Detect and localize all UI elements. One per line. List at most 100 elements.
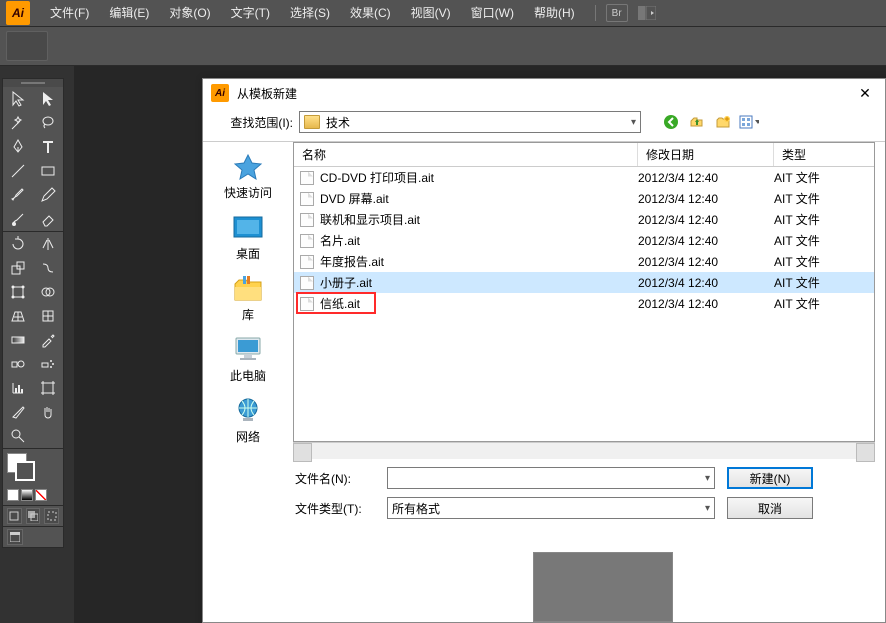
file-row[interactable]: 信纸.ait2012/3/4 12:40AIT 文件 <box>294 293 874 314</box>
place-this-pc[interactable]: 此电脑 <box>210 331 286 388</box>
artboard-tool-icon[interactable] <box>33 376 63 400</box>
look-in-value: 技术 <box>326 114 350 131</box>
file-icon <box>300 192 314 206</box>
filename-input[interactable]: ▾ <box>387 467 715 489</box>
look-in-label: 查找范围(I): <box>213 114 293 131</box>
filename-label: 文件名(N): <box>295 470 375 487</box>
place-network[interactable]: 网络 <box>210 392 286 449</box>
fill-stroke-swatch[interactable] <box>3 449 63 485</box>
col-date[interactable]: 修改日期 <box>638 143 774 166</box>
file-row[interactable]: 年度报告.ait2012/3/4 12:40AIT 文件 <box>294 251 874 272</box>
none-mode-icon[interactable] <box>35 489 47 501</box>
file-type: AIT 文件 <box>774 211 874 228</box>
menu-effect[interactable]: 效果(C) <box>340 0 401 26</box>
free-transform-tool-icon[interactable] <box>3 280 33 304</box>
control-placeholder[interactable] <box>6 31 48 61</box>
cancel-button[interactable]: 取消 <box>727 497 813 519</box>
file-row[interactable]: CD-DVD 打印项目.ait2012/3/4 12:40AIT 文件 <box>294 167 874 188</box>
blob-brush-tool-icon[interactable] <box>3 207 33 231</box>
menu-select[interactable]: 选择(S) <box>280 0 340 26</box>
filetype-label: 文件类型(T): <box>295 500 375 517</box>
place-libraries[interactable]: 库 <box>210 270 286 327</box>
file-row[interactable]: 名片.ait2012/3/4 12:40AIT 文件 <box>294 230 874 251</box>
menu-text[interactable]: 文字(T) <box>221 0 280 26</box>
zoom-tool-icon[interactable] <box>3 424 63 448</box>
file-name: 年度报告.ait <box>320 253 638 270</box>
color-mode-icon[interactable] <box>7 489 19 501</box>
file-date: 2012/3/4 12:40 <box>638 234 774 248</box>
menu-file[interactable]: 文件(F) <box>40 0 99 26</box>
file-icon <box>300 276 314 290</box>
file-row[interactable]: DVD 屏幕.ait2012/3/4 12:40AIT 文件 <box>294 188 874 209</box>
perspective-tool-icon[interactable] <box>3 304 33 328</box>
menu-edit[interactable]: 编辑(E) <box>99 0 159 26</box>
file-type: AIT 文件 <box>774 232 874 249</box>
place-quick-access[interactable]: 快速访问 <box>210 148 286 205</box>
col-type[interactable]: 类型 <box>774 143 874 166</box>
reflect-tool-icon[interactable] <box>33 232 63 256</box>
bridge-button[interactable]: Br <box>606 4 628 22</box>
line-tool-icon[interactable] <box>3 159 33 183</box>
slice-tool-icon[interactable] <box>3 400 33 424</box>
preview-thumbnail <box>533 552 673 622</box>
view-menu-button[interactable] <box>739 113 759 131</box>
brush-tool-icon[interactable] <box>3 183 33 207</box>
eraser-tool-icon[interactable] <box>33 207 63 231</box>
drawing-mode-inside-icon[interactable] <box>44 508 59 524</box>
drawing-mode-normal-icon[interactable] <box>7 508 22 524</box>
new-folder-button[interactable] <box>713 113 733 131</box>
menu-window[interactable]: 窗口(W) <box>461 0 524 26</box>
close-button[interactable]: ✕ <box>853 81 877 105</box>
blend-tool-icon[interactable] <box>3 352 33 376</box>
gradient-mode-icon[interactable] <box>21 489 33 501</box>
place-desktop[interactable]: 桌面 <box>210 209 286 266</box>
back-button[interactable] <box>661 113 681 131</box>
symbol-sprayer-tool-icon[interactable] <box>33 352 63 376</box>
file-name: 信纸.ait <box>320 295 638 312</box>
file-icon <box>300 213 314 227</box>
file-name: 小册子.ait <box>320 274 638 291</box>
hand-tool-icon[interactable] <box>33 400 63 424</box>
menu-help[interactable]: 帮助(H) <box>524 0 585 26</box>
file-name: CD-DVD 打印项目.ait <box>320 169 638 186</box>
shape-builder-tool-icon[interactable] <box>33 280 63 304</box>
menu-object[interactable]: 对象(O) <box>159 0 220 26</box>
file-icon <box>300 171 314 185</box>
selection-tool-icon[interactable] <box>3 87 33 111</box>
pen-tool-icon[interactable] <box>3 135 33 159</box>
file-date: 2012/3/4 12:40 <box>638 297 774 311</box>
layout-button[interactable] <box>638 4 660 22</box>
file-date: 2012/3/4 12:40 <box>638 192 774 206</box>
graph-tool-icon[interactable] <box>3 376 33 400</box>
gradient-tool-icon[interactable] <box>3 328 33 352</box>
new-button[interactable]: 新建(N) <box>727 467 813 489</box>
warp-tool-icon[interactable] <box>33 256 63 280</box>
up-button[interactable] <box>687 113 707 131</box>
menubar: Ai 文件(F) 编辑(E) 对象(O) 文字(T) 选择(S) 效果(C) 视… <box>0 0 886 26</box>
scale-tool-icon[interactable] <box>3 256 33 280</box>
look-in-combo[interactable]: 技术 ▾ <box>299 111 641 133</box>
eyedropper-tool-icon[interactable] <box>33 328 63 352</box>
file-type: AIT 文件 <box>774 190 874 207</box>
rectangle-tool-icon[interactable] <box>33 159 63 183</box>
filetype-select[interactable]: 所有格式▾ <box>387 497 715 519</box>
toolbox-grip[interactable] <box>3 79 63 87</box>
h-scrollbar[interactable] <box>293 442 875 459</box>
magic-wand-tool-icon[interactable] <box>3 111 33 135</box>
drawing-mode-behind-icon[interactable] <box>26 508 41 524</box>
rotate-tool-icon[interactable] <box>3 232 33 256</box>
file-type: AIT 文件 <box>774 295 874 312</box>
file-type: AIT 文件 <box>774 274 874 291</box>
direct-selection-tool-icon[interactable] <box>33 87 63 111</box>
file-name: 名片.ait <box>320 232 638 249</box>
type-tool-icon[interactable] <box>33 135 63 159</box>
pencil-tool-icon[interactable] <box>33 183 63 207</box>
app-logo: Ai <box>6 1 30 25</box>
lasso-tool-icon[interactable] <box>33 111 63 135</box>
col-name[interactable]: 名称 <box>294 143 638 166</box>
mesh-tool-icon[interactable] <box>33 304 63 328</box>
screen-mode-icon[interactable] <box>7 529 23 545</box>
file-row[interactable]: 联机和显示项目.ait2012/3/4 12:40AIT 文件 <box>294 209 874 230</box>
menu-view[interactable]: 视图(V) <box>401 0 461 26</box>
file-row[interactable]: 小册子.ait2012/3/4 12:40AIT 文件 <box>294 272 874 293</box>
